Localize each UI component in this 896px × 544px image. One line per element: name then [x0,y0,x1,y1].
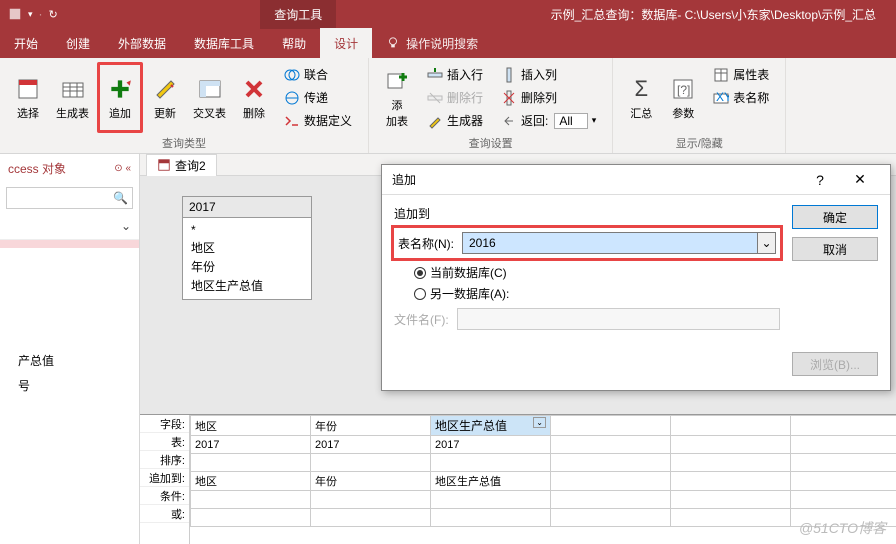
append-query-button[interactable]: 追加 [97,62,143,133]
lightbulb-icon [386,36,400,50]
table-names-button[interactable]: XYZ表名称 [709,87,773,108]
crosstab-query-button[interactable]: 交叉表 [187,62,232,133]
nav-item[interactable]: 产总值 [0,348,139,373]
property-sheet-button[interactable]: 属性表 [709,64,773,85]
make-table-button[interactable]: 生成表 [50,62,95,133]
delete-row-button: 删除行 [423,87,487,108]
group-label-querytype: 查询类型 [162,133,206,151]
nav-category[interactable]: ⌄ [0,213,139,240]
watermark: @51CTO博客 [799,518,886,538]
tell-me-search[interactable]: 操作说明搜索 [372,28,492,58]
chevron-down-icon[interactable]: ⊙ « [114,163,131,174]
title-bar: ▾ · ↻ 查询工具 示例_汇总查询：数据库- C:\Users\小东家\Des… [0,0,896,28]
field-item[interactable]: 年份 [191,257,303,276]
update-query-button[interactable]: 更新 [145,62,185,133]
group-query-type: 选择 生成表 追加 更新 交叉表 删除 联合 传递 数据定义 查询类型 [0,58,369,153]
close-icon[interactable]: ✕ [840,171,880,188]
append-to-label: 追加到 [394,205,780,222]
qat-dropdown-icon[interactable]: ▾ [28,9,33,20]
nav-item-selected[interactable] [0,240,139,248]
union-button[interactable]: 联合 [280,64,356,85]
insert-column-button[interactable]: 插入列 [497,64,600,85]
ribbon: 选择 生成表 追加 更新 交叉表 删除 联合 传递 数据定义 查询类型 添 加表… [0,58,896,154]
field-item[interactable]: 地区 [191,238,303,257]
insert-row-button[interactable]: 插入行 [423,64,487,85]
delete-column-button[interactable]: 删除列 [497,87,600,108]
group-label-setup: 查询设置 [469,133,513,151]
group-query-setup: 添 加表 插入行 删除行 生成器 插入列 删除列 返回: All▾ 查询设置 [369,58,613,153]
radio-current-db[interactable]: 当前数据库(C) [414,264,780,281]
nav-search[interactable]: 🔍 [6,187,133,209]
field-item[interactable]: * [191,222,303,238]
save-icon[interactable] [8,7,22,21]
dropdown-icon[interactable]: ⌄ [533,417,546,428]
tablename-label: 表名称(N): [398,235,454,252]
navigation-pane: ccess 对象 ⊙ « 🔍 ⌄ 产总值 号 [0,154,140,544]
return-combo[interactable]: All [554,113,587,129]
tablename-combo[interactable]: ⌄ [462,232,776,254]
contextual-tab-label: 查询工具 [260,0,336,29]
nav-item[interactable]: 号 [0,373,139,398]
help-button[interactable]: ? [800,172,840,188]
return-button[interactable]: 返回: All▾ [497,110,600,131]
group-label-showhide: 显示/隐藏 [676,133,723,151]
qat-redo-icon[interactable]: ↻ [49,8,58,21]
search-icon[interactable]: 🔍 [109,191,132,205]
builder-button[interactable]: 生成器 [423,110,487,131]
select-query-button[interactable]: 选择 [8,62,48,133]
cancel-button[interactable]: 取消 [792,237,878,261]
dialog-title: 追加 [392,171,800,188]
document-tab-label: 查询2 [175,157,206,174]
qbe-table[interactable]: 地区年份地区生产总值 ⌄ 201720172017 地区年份地区生产总值 [190,415,896,527]
tab-db-tools[interactable]: 数据库工具 [180,28,268,58]
append-dialog: 追加 ? ✕ 追加到 表名称(N): ⌄ 当前数据库(C) 另一数据库(A): [381,164,891,391]
nav-search-input[interactable] [7,191,109,205]
tab-create[interactable]: 创建 [52,28,104,58]
qbe-row-labels: 字段:表:排序: 追加到:条件:或: [140,415,190,544]
data-definition-button[interactable]: 数据定义 [280,110,356,131]
tab-home[interactable]: 开始 [0,28,52,58]
window-title: 示例_汇总查询：数据库- C:\Users\小东家\Desktop\示例_汇总 [531,6,896,23]
totals-button[interactable]: Σ汇总 [621,62,661,133]
qbe-grid: 字段:表:排序: 追加到:条件:或: 地区年份地区生产总值 ⌄ 20172017… [140,414,896,544]
browse-button: 浏览(B)... [792,352,878,376]
filename-label: 文件名(F): [394,311,449,328]
group-show-hide: Σ汇总 [?]参数 属性表 XYZ表名称 显示/隐藏 [613,58,786,153]
parameters-button[interactable]: [?]参数 [663,62,703,133]
filename-input [457,308,780,330]
svg-text:XYZ: XYZ [716,90,729,104]
passthrough-button[interactable]: 传递 [280,87,356,108]
add-table-button[interactable]: 添 加表 [377,62,417,133]
tablename-input[interactable] [463,233,757,253]
tab-external-data[interactable]: 外部数据 [104,28,180,58]
ok-button[interactable]: 确定 [792,205,878,229]
radio-other-db[interactable]: 另一数据库(A): [414,285,780,302]
tab-help[interactable]: 帮助 [268,28,320,58]
tab-design[interactable]: 设计 [320,28,372,58]
query-icon [157,158,171,172]
field-item[interactable]: 地区生产总值 [191,276,303,295]
qat-sep: · [39,7,43,21]
document-tab[interactable]: 查询2 [146,154,217,176]
tell-me-label: 操作说明搜索 [406,35,478,52]
dialog-titlebar[interactable]: 追加 ? ✕ [382,165,890,195]
delete-query-button[interactable]: 删除 [234,62,274,133]
table-field-list[interactable]: 2017 * 地区 年份 地区生产总值 [182,196,312,300]
nav-pane-header[interactable]: ccess 对象 ⊙ « [0,154,139,183]
chevron-down-icon[interactable]: ⌄ [757,233,775,253]
quick-access-toolbar: ▾ · ↻ [0,7,66,21]
svg-text:[?]: [?] [677,83,690,97]
field-list-title: 2017 [183,197,311,218]
ribbon-tabs: 开始 创建 外部数据 数据库工具 帮助 设计 操作说明搜索 [0,28,896,58]
